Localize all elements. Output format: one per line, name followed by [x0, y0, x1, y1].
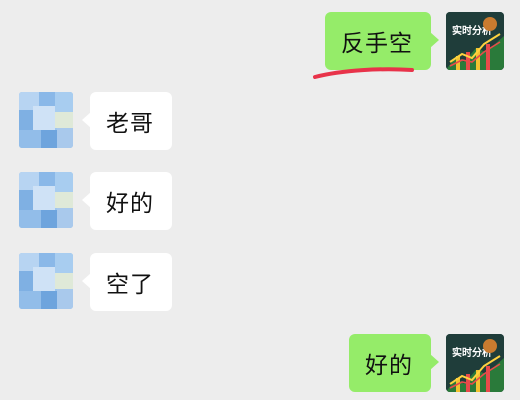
message-row-incoming: 空了 — [0, 253, 520, 313]
pixelated-user-avatar — [19, 92, 73, 148]
sender-avatar[interactable]: 实时分析 — [446, 12, 504, 70]
message-row-outgoing: 好的 实时分析 — [0, 334, 520, 394]
message-row-incoming: 老哥 — [0, 92, 520, 152]
red-underline-annotation — [313, 67, 414, 79]
message-text: 好的 — [106, 191, 154, 217]
message-row-incoming: 好的 — [0, 172, 520, 232]
chat-window: 反手空 实时分析 老哥 好的 空了 好的 实时分析 — [0, 0, 520, 400]
sender-avatar[interactable]: 实时分析 — [446, 334, 504, 392]
message-text: 老哥 — [106, 111, 154, 137]
pixelated-user-avatar — [19, 253, 73, 309]
message-row-outgoing: 反手空 实时分析 — [0, 12, 520, 72]
message-bubble[interactable]: 老哥 — [82, 92, 172, 150]
bubble-tail — [430, 354, 439, 370]
message-bubble[interactable]: 空了 — [82, 253, 172, 311]
bubble-tail — [82, 192, 91, 208]
message-bubble[interactable]: 好的 — [349, 334, 439, 392]
message-bubble[interactable]: 反手空 — [325, 12, 439, 70]
bubble-tail — [82, 273, 91, 289]
stock-chart-app-icon: 实时分析 — [446, 12, 504, 70]
pixelated-user-avatar — [19, 172, 73, 228]
contact-avatar[interactable] — [19, 253, 73, 309]
contact-avatar[interactable] — [19, 92, 73, 148]
contact-avatar[interactable] — [19, 172, 73, 228]
message-text: 好的 — [365, 353, 413, 379]
message-text: 空了 — [106, 272, 154, 298]
message-text: 反手空 — [341, 31, 413, 57]
message-bubble[interactable]: 好的 — [82, 172, 172, 230]
stock-chart-app-icon: 实时分析 — [446, 334, 504, 392]
bubble-tail — [430, 32, 439, 48]
bubble-tail — [82, 112, 91, 128]
